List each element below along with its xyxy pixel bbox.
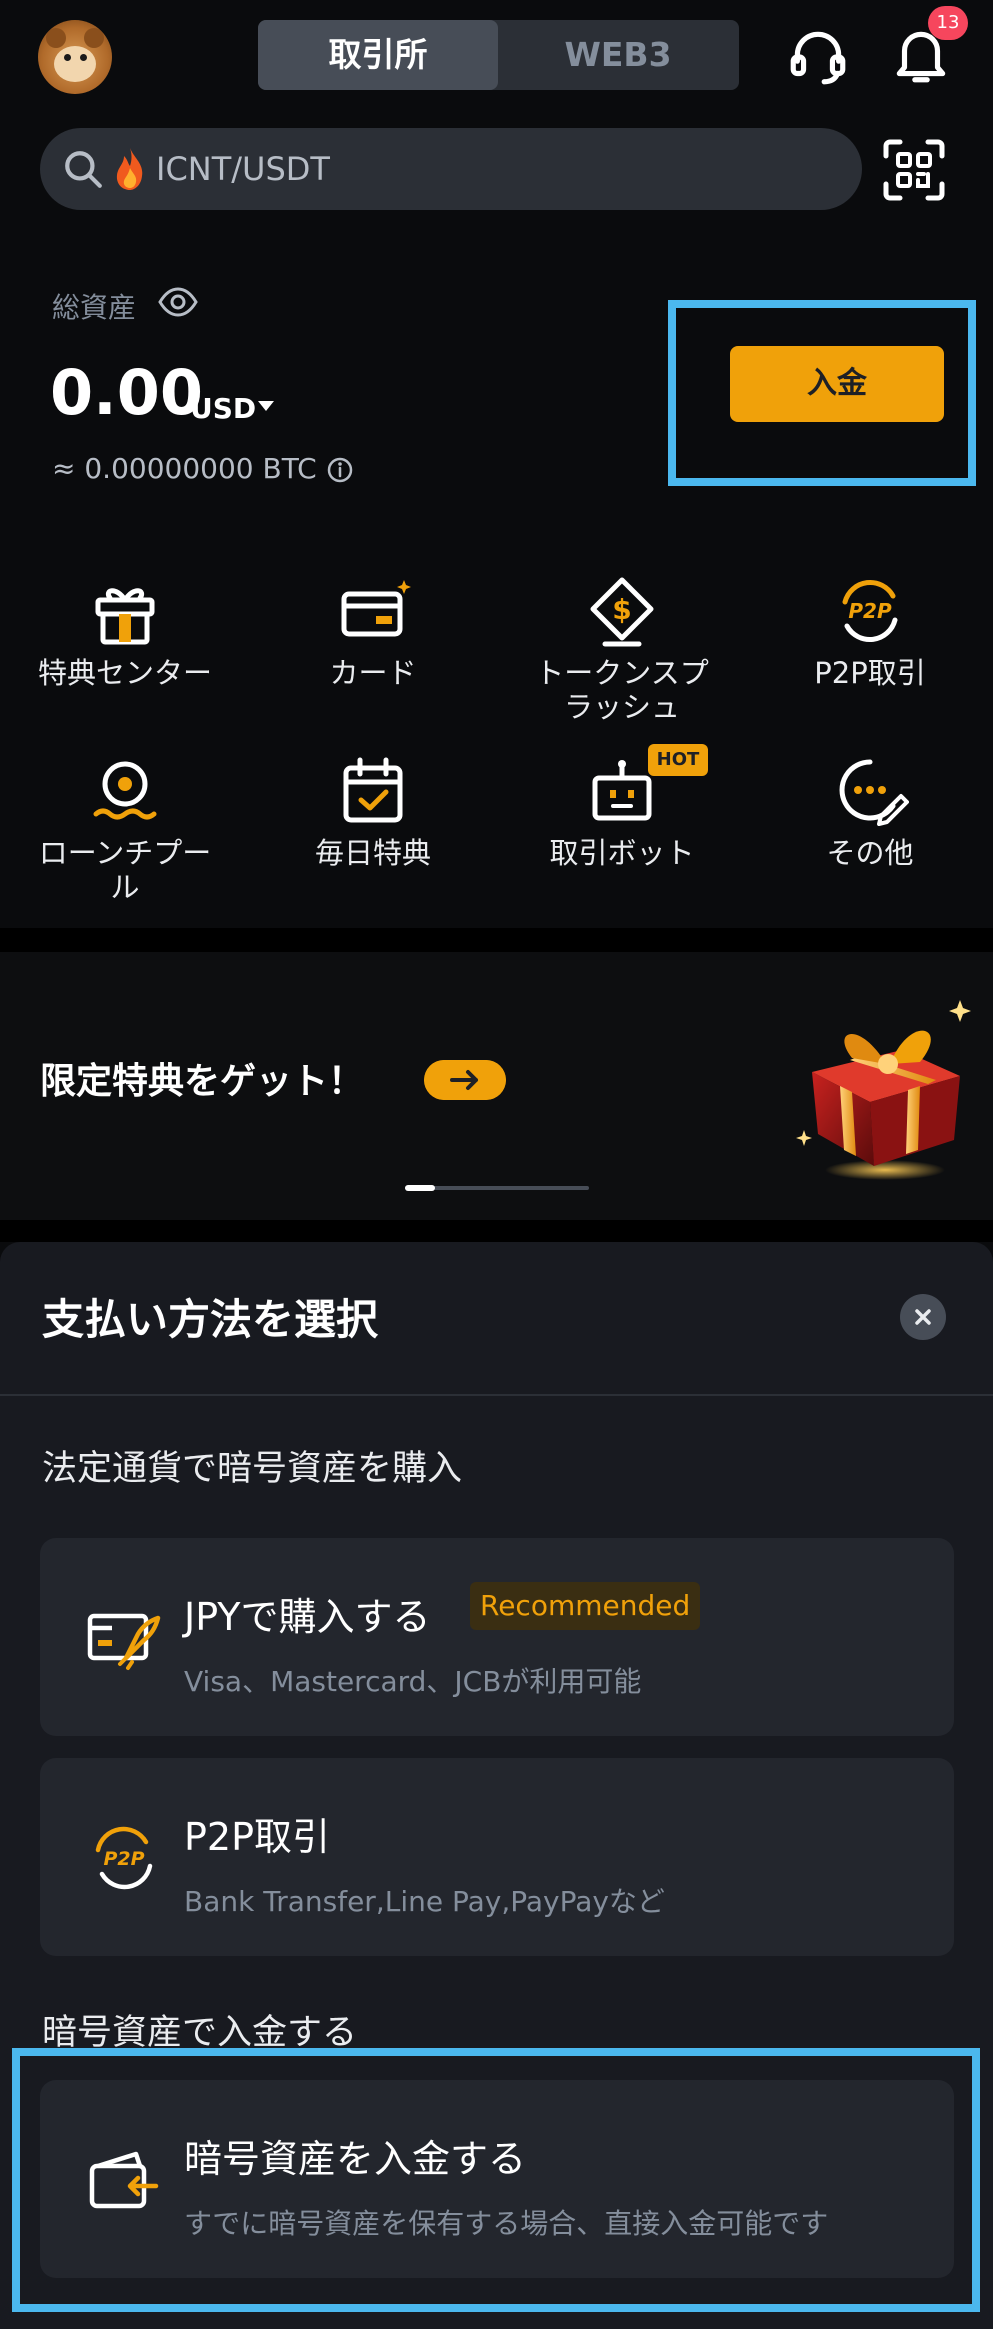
shortcut-label: カード (329, 656, 417, 690)
shortcut-more[interactable]: その他 (750, 752, 990, 870)
scan-icon[interactable] (882, 138, 946, 202)
recommended-badge: Recommended (470, 1582, 701, 1630)
shortcut-launchpool[interactable]: ローンチプー ル (5, 752, 245, 904)
eye-icon[interactable] (158, 286, 198, 318)
hot-badge: HOT (648, 744, 708, 776)
option-subtitle: Bank Transfer,Line Pay,PayPayなど (184, 1885, 665, 1918)
shortcut-label: 毎日特典 (314, 836, 431, 870)
option-subtitle: Visa、Mastercard、JCBが利用可能 (184, 1665, 642, 1698)
gift-icon (95, 588, 155, 645)
tab-web3[interactable]: WEB3 (498, 20, 738, 90)
shortcut-card[interactable]: カード (253, 572, 493, 690)
p2p-icon: P2P (842, 579, 898, 643)
shortcut-daily-rewards[interactable]: 毎日特典 (253, 752, 493, 870)
section-divider (0, 928, 993, 952)
shortcut-label: その他 (826, 836, 914, 870)
calendar-icon (343, 757, 403, 823)
option-buy-jpy[interactable]: JPYで購入する Recommended Visa、Mastercard、JCB… (40, 1538, 954, 1736)
sheet-divider (0, 1394, 993, 1396)
info-icon[interactable] (326, 456, 354, 484)
arrow-right-icon[interactable] (424, 1060, 506, 1100)
card-rocket-icon (87, 1613, 161, 1670)
section-fiat-title: 法定通貨で暗号資産を購入 (42, 1449, 463, 1489)
option-title: JPYで購入する (184, 1595, 431, 1639)
balance-value: 0.00 (50, 356, 203, 429)
avatar-ear (46, 28, 66, 48)
p2p-icon: P2P (95, 1826, 153, 1890)
currency-selector[interactable]: USD (190, 392, 256, 425)
avatar[interactable] (38, 20, 112, 94)
more-icon (839, 759, 909, 826)
shortcut-label: 取引ボット (549, 836, 695, 870)
shortcut-label: 特典センター (37, 656, 212, 690)
headset-icon[interactable] (785, 24, 851, 90)
shortcut-rewards-center[interactable]: 特典センター (5, 572, 245, 690)
option-title: P2P取引 (184, 1815, 331, 1859)
chevron-down-icon[interactable] (258, 401, 274, 411)
close-icon (915, 1309, 931, 1325)
token-splash-icon: $ (590, 577, 654, 647)
tab-exchange[interactable]: 取引所 (258, 20, 498, 90)
svg-text:$: $ (612, 593, 631, 626)
launchpool-icon (93, 761, 157, 820)
fire-icon (116, 148, 143, 190)
carousel-indicator-active (405, 1185, 435, 1191)
shortcut-p2p[interactable]: P2P P2P取引 (750, 572, 990, 690)
close-button[interactable] (900, 1294, 946, 1340)
shortcut-label: トークンスプ ラッシュ (535, 656, 709, 724)
svg-text:P2P: P2P (103, 1848, 144, 1870)
svg-text:P2P: P2P (848, 599, 892, 623)
search-icon (65, 151, 102, 188)
card-icon (341, 580, 411, 637)
section-divider (0, 1220, 993, 1242)
shortcut-label: ローンチプー ル (38, 836, 212, 904)
avatar-ear (84, 28, 104, 48)
top-bar: 取引所 WEB3 13 (0, 0, 993, 110)
shortcut-label: P2P取引 (814, 656, 926, 690)
promo-banner-text: 限定特典をゲット！ (40, 1061, 365, 1102)
search-bar[interactable] (40, 128, 862, 210)
highlight-box (12, 2048, 980, 2312)
sheet-title: 支払い方法を選択 (42, 1295, 379, 1344)
avatar-eye (80, 54, 87, 61)
avatar-eye (64, 54, 71, 61)
shortcut-token-splash[interactable]: $ トークンスプ ラッシュ (502, 572, 742, 724)
mode-switcher: 取引所 WEB3 (258, 20, 739, 90)
btc-equivalent: ≈ 0.00000000 BTC (52, 452, 317, 485)
avatar-face (54, 46, 96, 82)
total-assets-label: 総資産 (52, 291, 137, 324)
deposit-button[interactable]: 入金 (730, 346, 944, 422)
option-p2p[interactable]: P2P P2P取引 Bank Transfer,Line Pay,PayPayな… (40, 1758, 954, 1956)
gift-box-illustration (796, 1000, 971, 1180)
search-input[interactable] (156, 140, 836, 198)
notification-badge: 13 (928, 6, 968, 40)
